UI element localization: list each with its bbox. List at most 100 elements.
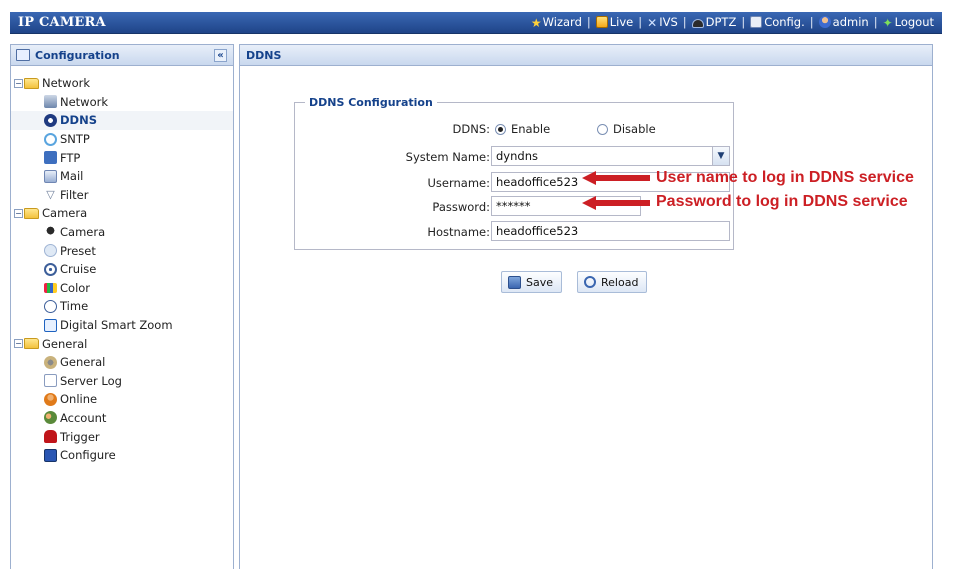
tree-item-label: Online (60, 392, 98, 407)
admin-link[interactable]: admin (818, 15, 869, 29)
tree-item-label: General (60, 355, 106, 370)
nav-separator: | (638, 15, 643, 29)
tree-item-network[interactable]: Network (11, 93, 233, 112)
tree-item-cruise[interactable]: Cruise (11, 260, 233, 279)
camera-icon (44, 225, 57, 239)
nav-separator: | (809, 15, 814, 29)
tree-item-label: Trigger (60, 429, 100, 444)
live-link[interactable]: Live (595, 15, 633, 29)
username-label: Username: (427, 176, 491, 190)
tree-item-label: Network (60, 94, 109, 109)
account-icon (44, 411, 57, 425)
tree-item-color[interactable]: Color (11, 279, 233, 298)
logout-link[interactable]: ✦ Logout (883, 15, 934, 30)
configure-icon (44, 448, 57, 462)
dptz-label: DPTZ (705, 15, 737, 29)
network-icon (44, 95, 57, 109)
tree-item-label: DDNS (60, 113, 97, 128)
nav-separator: | (682, 15, 687, 29)
ddns-icon (44, 113, 57, 127)
hostname-field[interactable]: headoffice523 (491, 221, 730, 241)
tree-item-camera[interactable]: Camera (11, 223, 233, 242)
tree-group-network[interactable]: − Network (11, 74, 233, 93)
tree-item-label: Digital Smart Zoom (60, 318, 173, 333)
tree-item-label: Filter (60, 187, 89, 202)
general-icon (44, 355, 57, 369)
chevron-down-icon[interactable]: ▼ (712, 147, 729, 165)
wizard-link[interactable]: ★ Wizard (530, 15, 582, 30)
ddns-disable-radio[interactable]: Disable (597, 122, 656, 136)
save-button[interactable]: Save (501, 271, 563, 293)
collapse-general-icon[interactable]: − (14, 339, 23, 349)
dptz-link[interactable]: DPTZ (691, 15, 737, 29)
collapse-camera-icon[interactable]: − (14, 208, 23, 218)
nav-separator: | (586, 15, 591, 29)
tree-item-filter[interactable]: ▽ Filter (11, 186, 233, 205)
main-panel: DDNS DDNS Configuration DDNS: Enable Dis… (239, 44, 933, 569)
tree-item-general[interactable]: General (11, 353, 233, 372)
ddns-enable-radio[interactable]: Enable (495, 122, 550, 136)
time-icon (44, 299, 57, 313)
ivs-link[interactable]: ✕ IVS (647, 15, 678, 30)
top-nav: ★ Wizard | Live | ✕ IVS | DPTZ | Config.… (530, 15, 934, 30)
tree-item-sntp[interactable]: SNTP (11, 130, 233, 149)
dptz-icon (691, 18, 704, 28)
tree-group-label: Camera (42, 206, 88, 221)
system-name-label: System Name: (405, 150, 490, 164)
tree-item-label: Account (60, 410, 107, 425)
tree-item-digital-smart-zoom[interactable]: Digital Smart Zoom (11, 316, 233, 335)
tree-item-online[interactable]: Online (11, 390, 233, 409)
tree-item-label: Cruise (60, 262, 97, 277)
tree-item-label: FTP (60, 150, 81, 165)
config-icon (750, 16, 763, 28)
collapse-network-icon[interactable]: − (14, 78, 23, 88)
tree-item-trigger[interactable]: Trigger (11, 427, 233, 446)
reload-button[interactable]: Reload (577, 271, 648, 293)
tree-item-label: Camera (60, 225, 106, 240)
ivs-label: IVS (659, 15, 678, 29)
tree-item-server-log[interactable]: Server Log (11, 372, 233, 391)
tree-group-label: Network (42, 76, 91, 91)
save-label: Save (526, 275, 554, 289)
tree-item-mail[interactable]: Mail (11, 167, 233, 186)
folder-icon (24, 338, 39, 350)
zoom-icon (44, 318, 57, 332)
admin-icon (818, 16, 831, 28)
username-arrow-icon (582, 171, 650, 185)
config-label: Config. (764, 15, 805, 29)
tree-item-label: Server Log (60, 373, 122, 388)
tree-group-general[interactable]: − General (11, 334, 233, 353)
tree-item-time[interactable]: Time (11, 297, 233, 316)
preset-icon (44, 244, 57, 258)
config-sidebar: Configuration « − Network Network DDNS S… (10, 44, 234, 569)
ddns-label: DDNS: (452, 122, 491, 136)
tree-item-ftp[interactable]: FTP (11, 148, 233, 167)
system-name-select[interactable]: dyndns ▼ (491, 146, 730, 166)
configuration-icon (16, 49, 30, 61)
tree-item-configure[interactable]: Configure (11, 446, 233, 465)
wizard-icon: ★ (530, 16, 542, 30)
system-name-value: dyndns (496, 149, 538, 163)
tree-item-preset[interactable]: Preset (11, 241, 233, 260)
sidebar-title: Configuration (35, 48, 120, 62)
tree-item-ddns[interactable]: DDNS (11, 111, 233, 130)
app-title: IP CAMERA (18, 15, 106, 30)
wizard-label: Wizard (542, 15, 582, 29)
disable-label: Disable (613, 122, 656, 136)
folder-icon (24, 77, 39, 89)
filter-icon: ▽ (46, 188, 55, 202)
trigger-icon (44, 430, 57, 444)
tree-item-account[interactable]: Account (11, 409, 233, 428)
save-icon (508, 275, 521, 289)
logout-label: Logout (894, 15, 934, 29)
tree-item-label: Color (60, 280, 91, 295)
admin-label: admin (832, 15, 869, 29)
tree-group-camera[interactable]: − Camera (11, 204, 233, 223)
config-link[interactable]: Config. (750, 15, 805, 29)
tree-group-label: General (42, 336, 88, 351)
folder-icon (24, 207, 39, 219)
collapse-sidebar-button[interactable]: « (214, 49, 227, 62)
server-log-icon (44, 374, 57, 388)
sidebar-header: Configuration « (11, 45, 233, 66)
tree-item-label: Preset (60, 243, 96, 258)
